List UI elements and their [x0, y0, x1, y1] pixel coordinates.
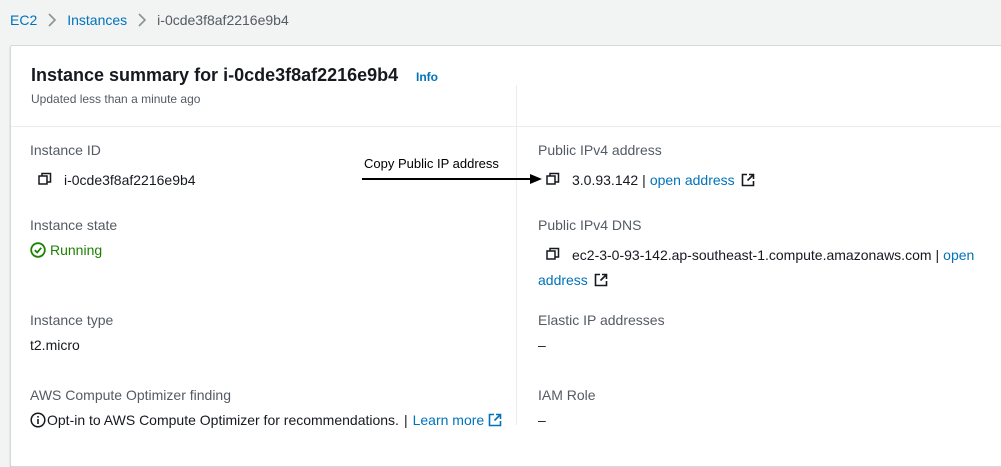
open-address-link-part2[interactable]: address	[538, 272, 588, 288]
instance-type-value: t2.micro	[30, 337, 80, 353]
separator: |	[935, 247, 940, 263]
instance-id-value: i-0cde3f8af2216e9b4	[64, 172, 196, 188]
info-circle-icon	[30, 412, 46, 428]
instance-state-value: Running	[50, 242, 103, 258]
optimizer-label: AWS Compute Optimizer finding	[30, 387, 231, 403]
updated-subtitle: Updated less than a minute ago	[31, 92, 201, 106]
instance-type-label: Instance type	[30, 312, 114, 328]
copy-icon[interactable]	[38, 172, 54, 188]
breadcrumb: EC2 Instances i-0cde3f8af2216e9b4	[0, 0, 1001, 40]
instance-id-value-row: i-0cde3f8af2216e9b4	[38, 172, 196, 188]
separator: |	[642, 172, 646, 188]
optimizer-value-row: Opt-in to AWS Compute Optimizer for reco…	[30, 412, 502, 428]
open-link-part1[interactable]: open	[943, 247, 974, 263]
open-address-link[interactable]: open address	[650, 172, 735, 188]
chevron-right-icon	[47, 13, 57, 27]
breadcrumb-ec2[interactable]: EC2	[10, 12, 37, 28]
learn-more-link[interactable]: Learn more	[413, 412, 485, 428]
public-dns-link-row: address	[538, 272, 608, 288]
elastic-ip-value: –	[538, 337, 546, 353]
breadcrumb-current: i-0cde3f8af2216e9b4	[157, 12, 289, 28]
separator: |	[403, 412, 408, 428]
iam-role-label: IAM Role	[538, 387, 596, 403]
external-link-icon[interactable]	[594, 273, 608, 287]
external-link-icon[interactable]	[488, 413, 502, 427]
elastic-ip-label: Elastic IP addresses	[538, 312, 665, 328]
copy-icon[interactable]	[546, 172, 562, 188]
instance-id-label: Instance ID	[30, 142, 101, 158]
public-dns-value-row: ec2-3-0-93-142.ap-southeast-1.compute.am…	[546, 247, 974, 263]
iam-role-value: –	[538, 412, 546, 428]
public-ipv4-label: Public IPv4 address	[538, 142, 662, 158]
panel-header: Instance summary for i-0cde3f8af2216e9b4…	[11, 46, 1001, 127]
arrow-right-icon	[362, 174, 542, 184]
optimizer-text: Opt-in to AWS Compute Optimizer for reco…	[47, 412, 399, 428]
public-dns-label: Public IPv4 DNS	[538, 217, 642, 233]
info-link[interactable]: Info	[416, 70, 438, 84]
chevron-right-icon	[137, 13, 147, 27]
annotation-label: Copy Public IP address	[364, 156, 499, 171]
check-circle-icon	[30, 242, 46, 258]
column-divider	[516, 85, 517, 425]
public-ipv4-value: 3.0.93.142	[572, 172, 639, 188]
public-ipv4-value-row: 3.0.93.142 | open address	[546, 172, 755, 188]
public-dns-value: ec2-3-0-93-142.ap-southeast-1.compute.am…	[572, 247, 932, 263]
page-title: Instance summary for i-0cde3f8af2216e9b4	[31, 65, 399, 85]
breadcrumb-instances[interactable]: Instances	[67, 12, 127, 28]
instance-state-value-row: Running	[30, 242, 102, 258]
instance-state-label: Instance state	[30, 217, 118, 233]
external-link-icon[interactable]	[741, 173, 755, 187]
copy-icon[interactable]	[546, 247, 562, 263]
